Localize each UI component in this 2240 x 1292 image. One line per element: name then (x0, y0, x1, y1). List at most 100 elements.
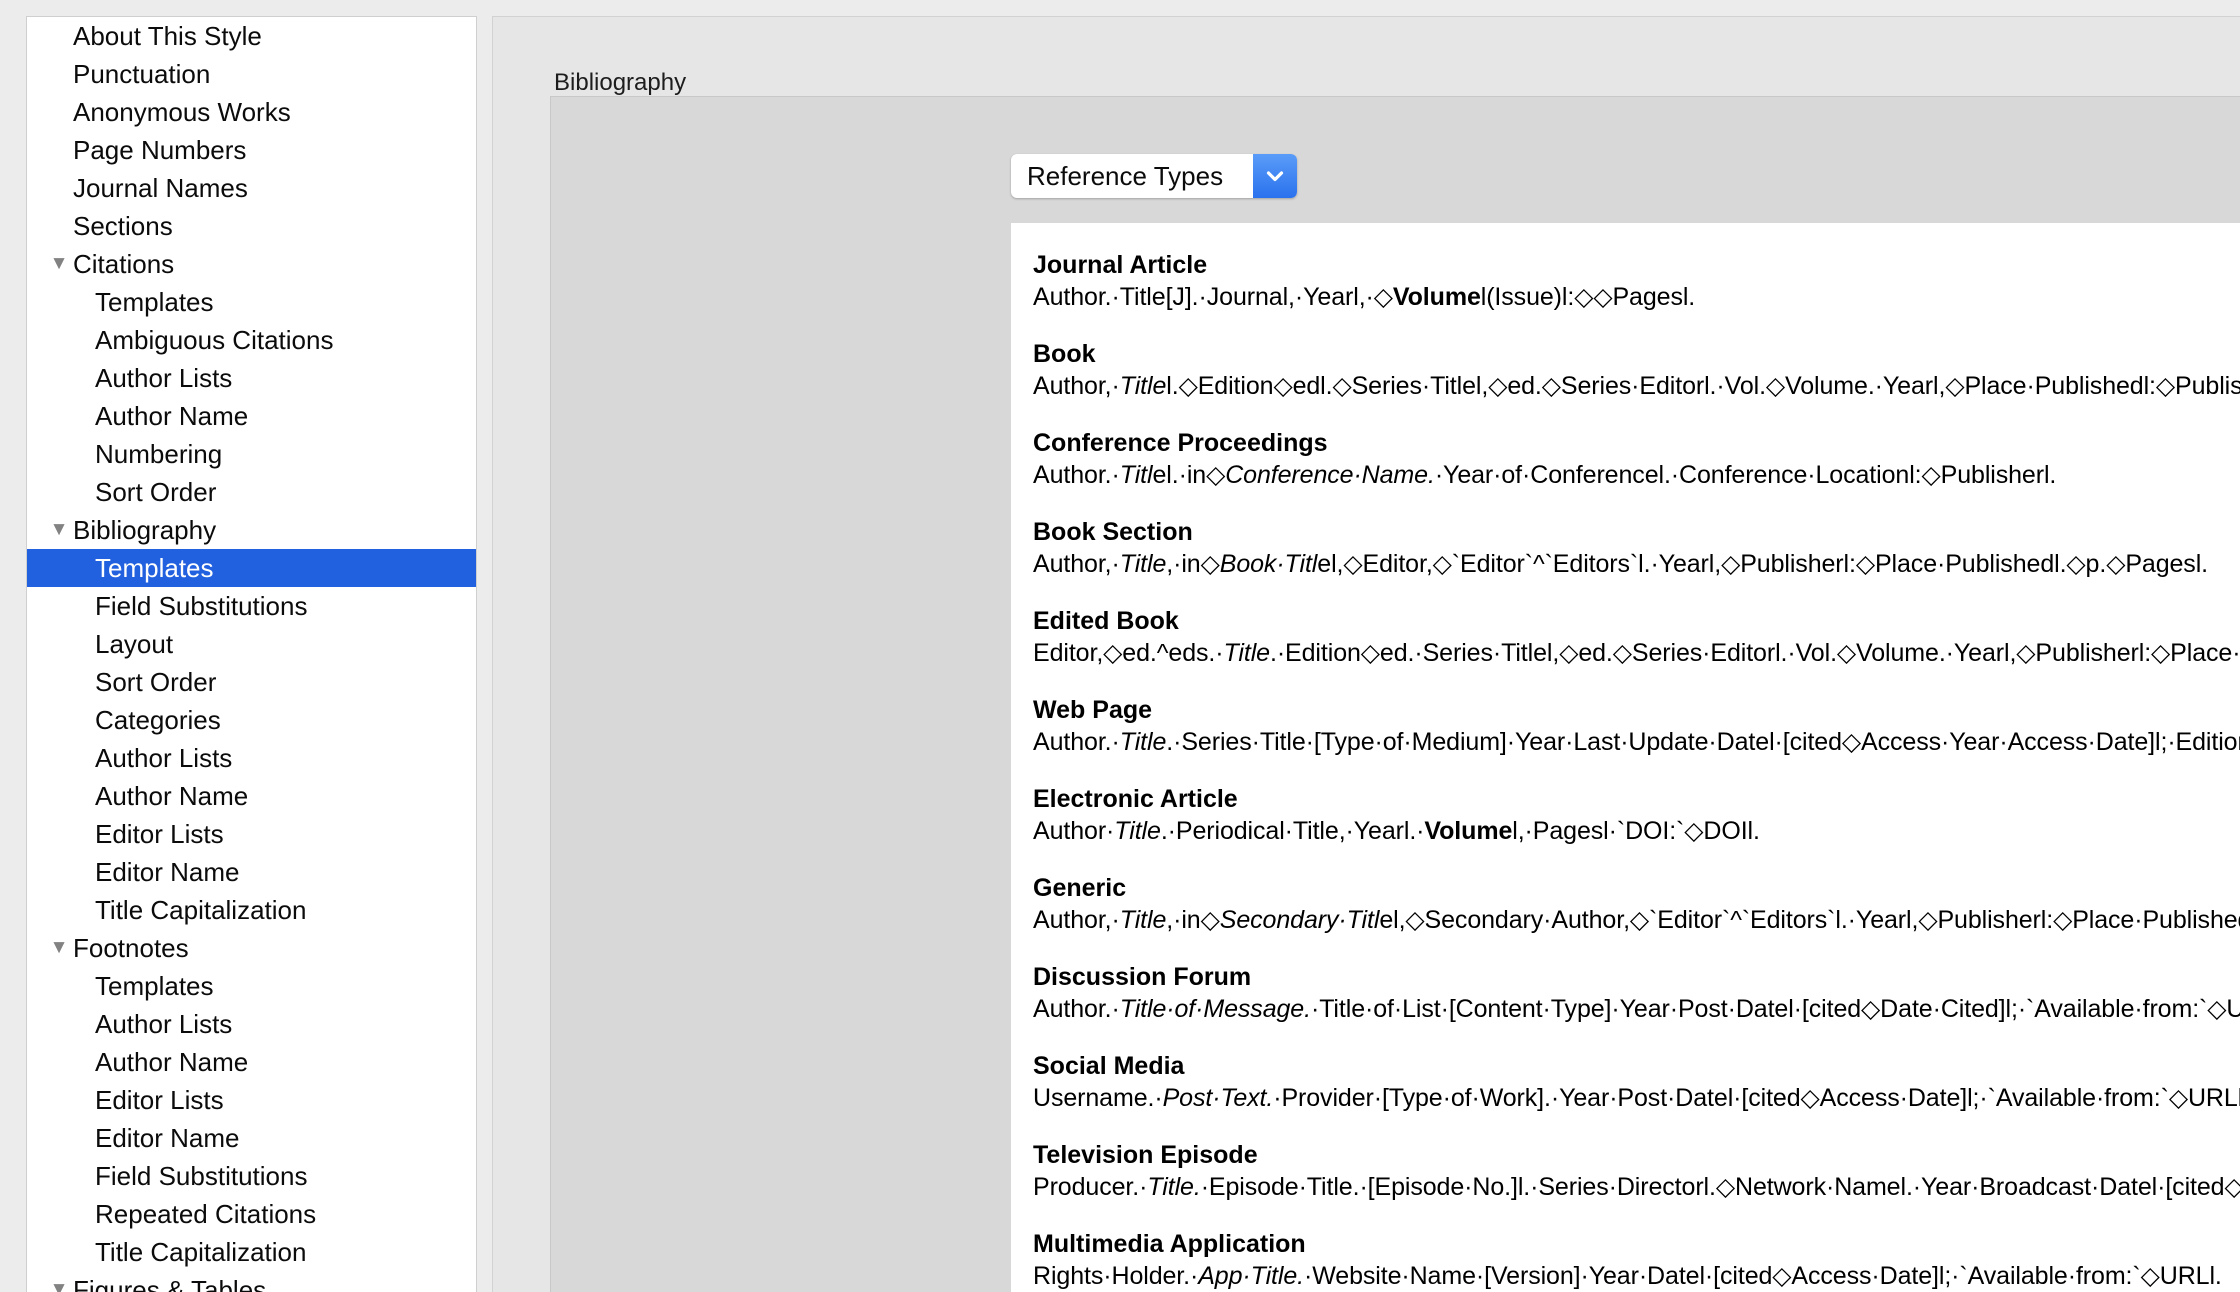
sidebar-item-repeated-citations[interactable]: Repeated Citations (27, 1195, 476, 1233)
reference-type-template-definition[interactable]: Author,·Title,·in◇Secondary·Titlel,◇Seco… (1033, 904, 2240, 936)
template-token: Post·Text. (1162, 1084, 1274, 1112)
sidebar-item-title-capitalization[interactable]: Title Capitalization (27, 1233, 476, 1271)
reference-type-template-definition[interactable]: Rights·Holder.·App·Title.·Website·Name·[… (1033, 1260, 2240, 1292)
sidebar-item-sort-order[interactable]: Sort Order (27, 663, 476, 701)
sidebar-item-editor-name[interactable]: Editor Name (27, 853, 476, 891)
sidebar-item-figures-tables[interactable]: ▼ Figures & Tables (27, 1271, 476, 1292)
reference-type-template-definition[interactable]: Author·Title.·Periodical·Title,·Yearl.·V… (1033, 815, 2240, 847)
reference-type-name: Television Episode (1033, 1141, 1258, 1169)
reference-type-template-definition[interactable]: Author.·Titlel.·in◇Conference·Name.·Year… (1033, 459, 2240, 491)
disclosure-triangle-icon[interactable]: ▼ (47, 511, 71, 549)
sidebar-item-templates[interactable]: Templates (27, 549, 476, 587)
template-token: Title (1119, 906, 1167, 934)
sidebar-item-label: Author Lists (95, 1009, 233, 1039)
sidebar-item-label: Title Capitalization (95, 1237, 307, 1267)
sidebar-item-author-lists[interactable]: Author Lists (27, 359, 476, 397)
template-token: Editor,◇ed.^eds.· (1033, 639, 1224, 667)
sidebar-item-author-name[interactable]: Author Name (27, 777, 476, 815)
template-token: Author, (1033, 550, 1112, 578)
sidebar-item-author-name[interactable]: Author Name (27, 397, 476, 435)
sidebar-item-sections[interactable]: Sections (27, 207, 476, 245)
sidebar-item-anonymous-works[interactable]: Anonymous Works (27, 93, 476, 131)
sidebar-item-ambiguous-citations[interactable]: Ambiguous Citations (27, 321, 476, 359)
template-entry[interactable]: Web Page Author.·Title.·Series·Title·[Typ… (1033, 695, 2240, 758)
sidebar-item-journal-names[interactable]: Journal Names (27, 169, 476, 207)
template-token: l,·Pagesl·`DOI:`◇DOIl. (1512, 817, 1760, 845)
sidebar-item-footnotes[interactable]: ▼ Footnotes (27, 929, 476, 967)
reference-type-name: Social Media (1033, 1052, 1185, 1080)
template-token: Author. (1033, 283, 1112, 311)
template-token: Secondary·Titl (1219, 906, 1380, 934)
sidebar-item-numbering[interactable]: Numbering (27, 435, 476, 473)
sidebar-item-editor-lists[interactable]: Editor Lists (27, 1081, 476, 1119)
style-editor-window: About This Style Punctuation Anonymous Wor… (0, 0, 2240, 1292)
sidebar-item-sort-order[interactable]: Sort Order (27, 473, 476, 511)
reference-type-template-definition[interactable]: Producer.·Title.·Episode·Title.·[Episode… (1033, 1171, 2240, 1203)
sidebar-item-author-name[interactable]: Author Name (27, 1043, 476, 1081)
template-token: ·Title·of·List·[Content·Type]·Year·Post·… (1310, 995, 2240, 1023)
style-sections-sidebar[interactable]: About This Style Punctuation Anonymous Wor… (26, 16, 477, 1292)
sidebar-item-label: Layout (95, 629, 174, 659)
template-token: · (1111, 283, 1120, 311)
sidebar-item-field-substitutions[interactable]: Field Substitutions (27, 1157, 476, 1195)
disclosure-triangle-icon[interactable]: ▼ (47, 929, 71, 967)
reference-type-template-definition[interactable]: Author,·Titlel.◇Edition◇edl.◇Series·Titl… (1033, 370, 2240, 402)
templates-list-panel[interactable]: Journal Article Author.·Title[J].·Journal… (1011, 223, 2240, 1292)
sidebar-item-templates[interactable]: Templates (27, 967, 476, 1005)
sidebar-item-field-substitutions[interactable]: Field Substitutions (27, 587, 476, 625)
template-token: Volume (1392, 283, 1481, 311)
sidebar-item-label: Ambiguous Citations (95, 325, 334, 355)
sidebar-item-punctuation[interactable]: Punctuation (27, 55, 476, 93)
sidebar-item-author-lists[interactable]: Author Lists (27, 739, 476, 777)
sidebar-item-label: Punctuation (73, 59, 211, 89)
reference-type-template-definition[interactable]: Author.·Title.·Series·Title·[Type·of·Med… (1033, 726, 2240, 758)
disclosure-triangle-icon[interactable]: ▼ (47, 1271, 71, 1292)
sidebar-item-layout[interactable]: Layout (27, 625, 476, 663)
reference-type-name: Edited Book (1033, 607, 1179, 635)
template-entry[interactable]: Book Section Author,·Title,·in◇Book·Title… (1033, 517, 2240, 580)
template-token: · (1111, 372, 1120, 400)
reference-type-template-definition[interactable]: Username.·Post·Text.·Provider·[Type·of·W… (1033, 1082, 2240, 1114)
template-entry[interactable]: Book Author,·Titlel.◇Edition◇edl.◇Series·… (1033, 339, 2240, 402)
reference-type-name: Journal Article (1033, 251, 1208, 279)
sidebar-item-bibliography[interactable]: ▼ Bibliography (27, 511, 476, 549)
template-entry[interactable]: Multimedia Application Rights·Holder.·App… (1033, 1229, 2240, 1292)
sidebar-item-title-capitalization[interactable]: Title Capitalization (27, 891, 476, 929)
template-entry[interactable]: Generic Author,·Title,·in◇Secondary·Title… (1033, 873, 2240, 936)
template-entry[interactable]: Conference Proceedings Author.·Titlel.·in… (1033, 428, 2240, 491)
reference-types-popup-label: Reference Types (1011, 154, 1253, 198)
reference-type-template-definition[interactable]: Author,·Title,·in◇Book·Titlel,◇Editor,◇`… (1033, 548, 2240, 580)
sidebar-item-about-this-style[interactable]: About This Style (27, 17, 476, 55)
template-token: · (1111, 550, 1120, 578)
template-entry[interactable]: Discussion Forum Author.·Title·of·Message… (1033, 962, 2240, 1025)
template-token: Title (1223, 639, 1270, 667)
template-entry[interactable]: Journal Article Author.·Title[J].·Journal… (1033, 250, 2240, 313)
template-entry[interactable]: Electronic Article Author·Title.·Periodic… (1033, 784, 2240, 847)
sidebar-item-author-lists[interactable]: Author Lists (27, 1005, 476, 1043)
template-token: ·Provider·[Type·of·Work].·Year·Post·Date… (1273, 1084, 2240, 1112)
sidebar-item-label: About This Style (73, 21, 262, 51)
template-token: Author· (1033, 817, 1115, 845)
disclosure-triangle-icon[interactable]: ▼ (47, 245, 71, 283)
template-entry[interactable]: Edited Book Editor,◇ed.^eds.·Title.·Editi… (1033, 606, 2240, 669)
template-token: .·Series·Title·[Type·of·Medium]·Year·Las… (1166, 728, 2240, 756)
template-token: l(Issue)l:◇◇Pagesl. (1480, 283, 1696, 311)
template-entry[interactable]: Social Media Username.·Post·Text.·Provide… (1033, 1051, 2240, 1114)
sidebar-item-editor-lists[interactable]: Editor Lists (27, 815, 476, 853)
template-token: ,·in◇ (1166, 550, 1220, 578)
template-token: Title. (1147, 1173, 1201, 1201)
sidebar-item-page-numbers[interactable]: Page Numbers (27, 131, 476, 169)
template-entry[interactable]: Television Episode Producer.·Title.·Episo… (1033, 1140, 2240, 1203)
sidebar-item-categories[interactable]: Categories (27, 701, 476, 739)
sidebar-item-editor-name[interactable]: Editor Name (27, 1119, 476, 1157)
template-token: el.·in◇ (1152, 461, 1226, 489)
reference-type-name: Book Section (1033, 518, 1193, 546)
reference-type-template-definition[interactable]: Author.·Title·of·Message.·Title·of·List·… (1033, 993, 2240, 1025)
template-token: Author, (1033, 372, 1112, 400)
reference-type-template-definition[interactable]: Editor,◇ed.^eds.·Title.·Edition◇ed.·Seri… (1033, 637, 2240, 669)
sidebar-item-templates[interactable]: Templates (27, 283, 476, 321)
reference-types-popup-button[interactable]: Reference Types (1011, 154, 1297, 198)
reference-type-template-definition[interactable]: Author.·Title[J].·Journal,·Yearl,·◇Volum… (1033, 281, 2240, 313)
chevron-down-icon[interactable] (1253, 154, 1297, 198)
sidebar-item-citations[interactable]: ▼ Citations (27, 245, 476, 283)
